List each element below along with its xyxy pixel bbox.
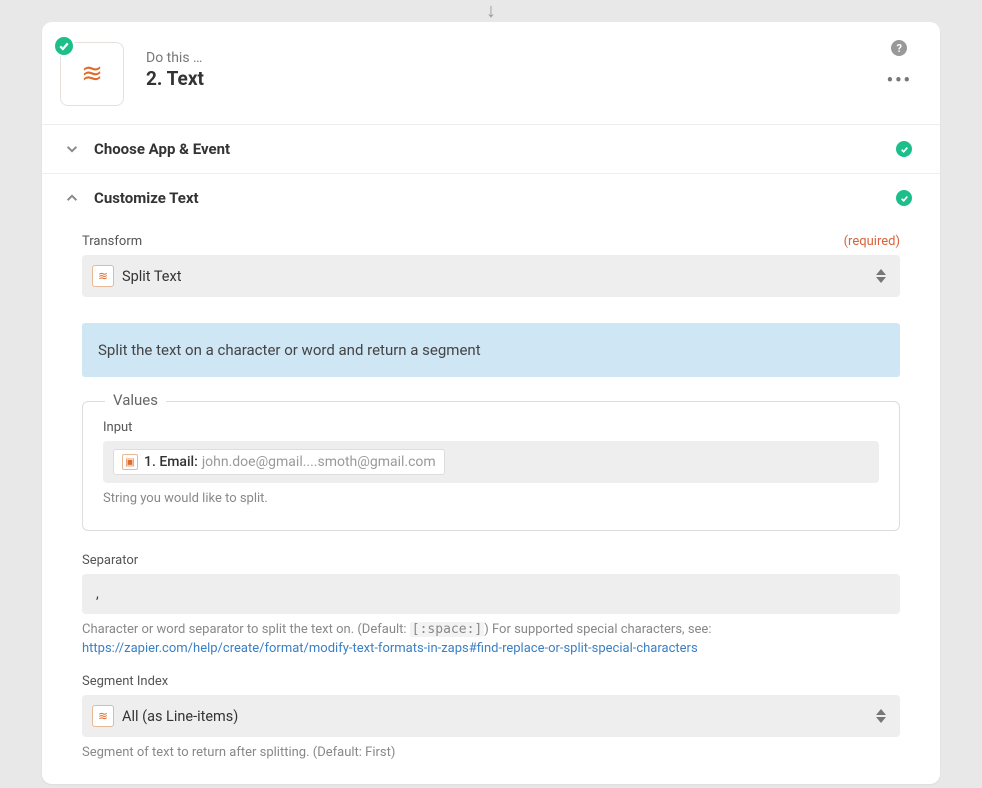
- separator-help: Character or word separator to split the…: [82, 622, 900, 637]
- required-tag: (required): [844, 234, 900, 249]
- transform-select[interactable]: ≋ Split Text: [82, 255, 900, 297]
- input-help: String you would like to split.: [103, 491, 879, 506]
- segment-label: Segment Index: [82, 674, 168, 689]
- separator-help-post: ) For supported special characters, see:: [484, 622, 711, 637]
- separator-help-link[interactable]: https://zapier.com/help/create/format/mo…: [82, 641, 698, 656]
- values-legend: Values: [105, 391, 166, 409]
- field-separator: Separator , Character or word separator …: [82, 553, 900, 656]
- transform-info: Split the text on a character or word an…: [82, 323, 900, 377]
- arrow-down-icon: ↓: [486, 0, 496, 20]
- segment-help: Segment of text to return after splittin…: [82, 745, 900, 760]
- customize-panel: Transform (required) ≋ Split Text Split …: [42, 234, 940, 784]
- step-subtitle: Do this …: [146, 50, 204, 66]
- separator-label: Separator: [82, 553, 138, 568]
- field-transform: Transform (required) ≋ Split Text: [82, 234, 900, 297]
- step-connector: ↓: [42, 0, 940, 22]
- step-card: ≋ Do this … 2. Text ? ••• Choose App & E…: [42, 22, 940, 784]
- step-title: 2. Text: [146, 67, 204, 90]
- sort-arrows-icon: [876, 269, 886, 283]
- transform-label: Transform: [82, 234, 142, 249]
- help-icon[interactable]: ?: [891, 40, 907, 56]
- step-header[interactable]: ≋ Do this … 2. Text ? •••: [42, 22, 940, 124]
- success-badge-icon: [53, 35, 75, 57]
- separator-help-pre: Character or word separator to split the…: [82, 622, 410, 637]
- pill-value: john.doe@gmail....smoth@gmail.com: [202, 454, 436, 470]
- input-field[interactable]: ▣ 1. Email: john.doe@gmail....smoth@gmai…: [103, 441, 879, 483]
- formatter-icon: ≋: [92, 265, 114, 287]
- chevron-up-icon: [62, 188, 82, 208]
- field-segment-index: Segment Index ≋ All (as Line-items) Segm…: [82, 674, 900, 760]
- segment-value: All (as Line-items): [122, 708, 238, 725]
- check-icon: [896, 190, 912, 206]
- formatter-icon: ≋: [81, 61, 103, 87]
- app-icon: ≋: [60, 42, 124, 106]
- pill-prefix: 1. Email:: [144, 454, 198, 470]
- input-label: Input: [103, 420, 132, 435]
- mapped-pill[interactable]: ▣ 1. Email: john.doe@gmail....smoth@gmai…: [113, 449, 445, 475]
- sort-arrows-icon: [876, 709, 886, 723]
- check-icon: [896, 141, 912, 157]
- section-customize-title: Customize Text: [94, 189, 896, 207]
- section-choose-title: Choose App & Event: [94, 140, 896, 158]
- segment-select[interactable]: ≋ All (as Line-items): [82, 695, 900, 737]
- transform-value: Split Text: [122, 268, 181, 285]
- values-fieldset: Values Input ▣ 1. Email: john.doe@gmail.…: [82, 401, 900, 531]
- section-choose-app[interactable]: Choose App & Event: [42, 124, 940, 173]
- more-options-icon[interactable]: •••: [887, 72, 912, 90]
- separator-input[interactable]: ,: [82, 574, 900, 614]
- section-customize-text[interactable]: Customize Text: [42, 173, 940, 222]
- formatter-icon: ≋: [92, 705, 114, 727]
- chevron-down-icon: [62, 139, 82, 159]
- source-step-icon: ▣: [122, 454, 138, 470]
- separator-help-code: [:space:]: [410, 622, 484, 637]
